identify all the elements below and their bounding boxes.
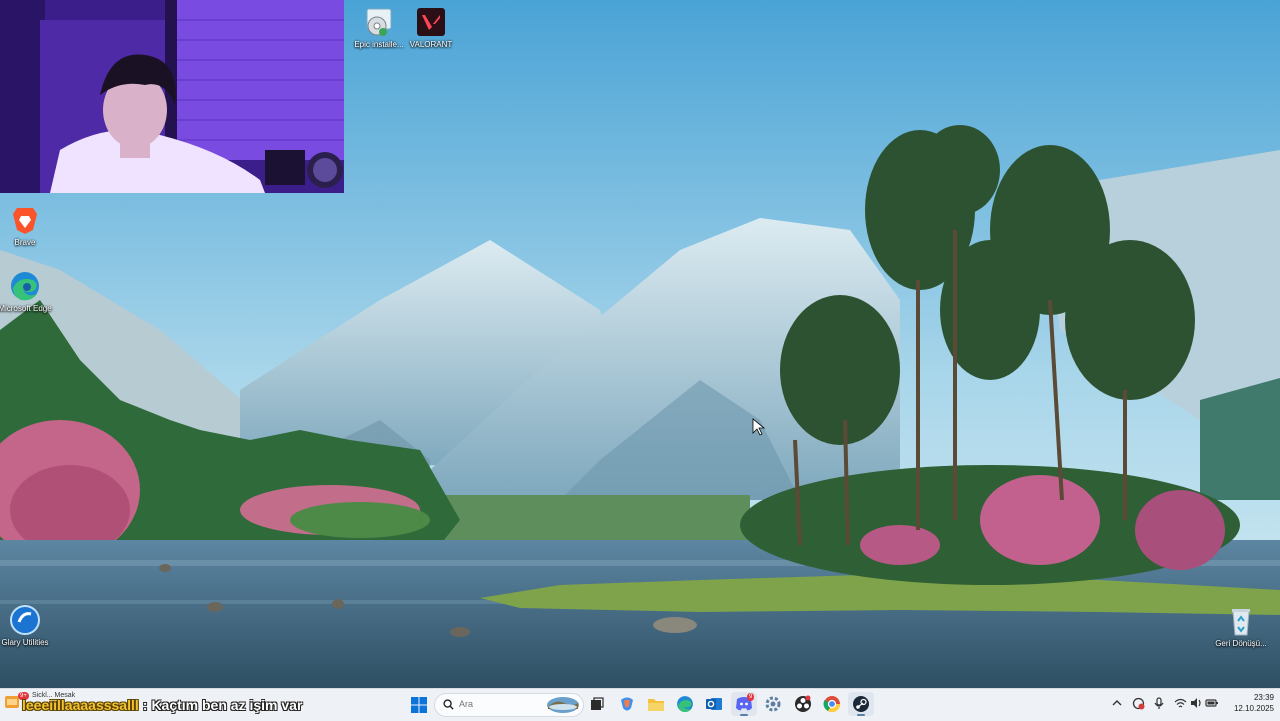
desktop-icon-epic-installer[interactable]: Epic installe... — [351, 6, 407, 49]
glary-utilities-icon — [10, 605, 40, 635]
battery-icon — [1205, 699, 1218, 707]
stream-chat-overlay: leeeiillaaaasssalll : Kaçtım ben az işim… — [22, 692, 302, 718]
search-input[interactable] — [459, 696, 539, 712]
clock-date: 12.10.2025 — [1233, 704, 1274, 713]
microphone-icon — [1154, 696, 1164, 709]
settings-button[interactable] — [760, 692, 786, 716]
obs-icon — [795, 695, 811, 712]
clock-time: 23:39 — [1253, 693, 1274, 702]
chevron-up-icon — [1112, 700, 1122, 706]
chrome-button[interactable] — [819, 692, 845, 716]
settings-icon — [765, 696, 781, 712]
valorant-icon — [417, 8, 445, 36]
windows-start-icon — [411, 697, 427, 713]
notification-widget[interactable]: 9+ — [4, 692, 29, 710]
search-highlight-image — [547, 697, 579, 713]
tray-wifi[interactable] — [1173, 696, 1187, 710]
file-explorer-button[interactable] — [643, 692, 669, 716]
streamer-webcam-image — [0, 0, 344, 193]
tray-volume[interactable] — [1189, 696, 1203, 710]
desktop[interactable]: Epic installe... VALORANT Brave Microsof… — [0, 0, 1280, 688]
discord-button[interactable]: 9 — [731, 692, 757, 716]
desktop-icon-glary-utilities[interactable]: Glary Utilities — [0, 604, 53, 647]
file-explorer-icon — [648, 699, 664, 711]
edge-icon — [677, 696, 693, 713]
search-icon — [443, 699, 454, 710]
webcam-overlay — [0, 0, 344, 193]
taskbar-clock[interactable]: 23:39 12.10.2025 — [1224, 692, 1274, 714]
chrome-icon — [823, 696, 841, 713]
tray-battery[interactable] — [1205, 696, 1219, 710]
desktop-icon-recycle-bin[interactable]: Geri Dönüşü... — [1213, 605, 1269, 648]
steam-button[interactable] — [848, 692, 874, 716]
steam-icon — [853, 696, 869, 712]
edge-icon — [11, 272, 39, 301]
chat-username: leeeiillaaaasssalll — [22, 697, 139, 713]
chat-message: Kaçtım ben az işim var — [151, 697, 303, 713]
outlook-icon — [706, 698, 722, 710]
obs-button[interactable] — [790, 692, 816, 716]
antivirus-icon — [1132, 697, 1144, 709]
desktop-icon-microsoft-edge[interactable]: Microsoft Edge — [0, 270, 53, 313]
desktop-icon-brave[interactable]: Brave — [0, 204, 53, 247]
tray-microphone[interactable] — [1152, 696, 1166, 710]
taskbar-search-box[interactable] — [434, 693, 584, 717]
wifi-icon — [1174, 698, 1186, 707]
chat-separator: : — [142, 697, 148, 713]
tray-antivirus[interactable] — [1131, 696, 1145, 710]
speaker-icon — [1190, 698, 1201, 708]
edge-taskbar-button[interactable] — [672, 692, 698, 716]
task-view-icon — [591, 697, 604, 710]
epic-installer-icon — [366, 8, 392, 36]
desktop-icon-valorant[interactable]: VALORANT — [403, 6, 459, 49]
recycle-bin-icon — [1232, 609, 1250, 636]
copilot-icon — [621, 697, 633, 711]
copilot-button[interactable] — [614, 692, 640, 716]
start-button[interactable] — [406, 693, 432, 717]
outlook-button[interactable] — [701, 692, 727, 716]
discord-badge: 9 — [747, 693, 755, 701]
show-hidden-icons-button[interactable] — [1110, 696, 1124, 710]
task-view-button[interactable] — [584, 692, 610, 716]
brave-icon — [13, 208, 37, 234]
